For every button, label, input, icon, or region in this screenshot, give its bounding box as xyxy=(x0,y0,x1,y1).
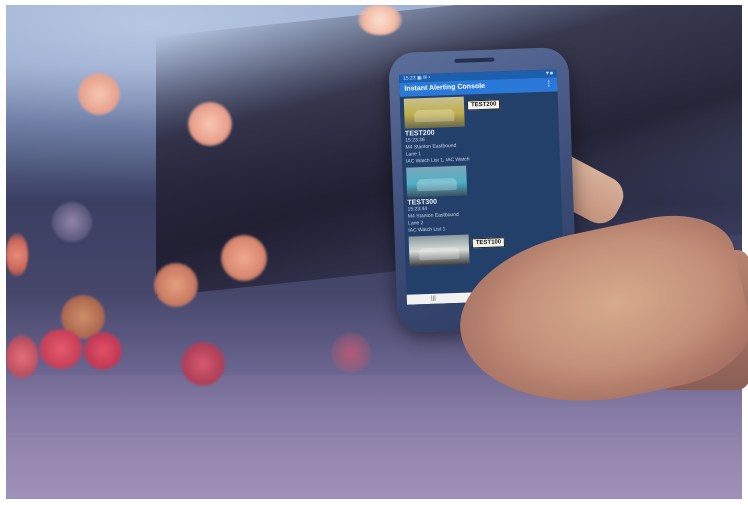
bokeh-light xyxy=(6,335,38,379)
app-title: Instant Alerting Console xyxy=(404,82,486,93)
recents-button[interactable]: ||| xyxy=(431,296,436,302)
phone-speaker xyxy=(454,57,495,63)
vehicle-image xyxy=(406,165,468,198)
bokeh-light xyxy=(221,235,267,281)
bokeh-light xyxy=(39,329,83,369)
alert-card[interactable]: TEST300 15:23:44 M4 Stanton Eastbound La… xyxy=(406,162,558,234)
notification-icons: ▣ ✉ • xyxy=(416,74,431,82)
vehicle-image xyxy=(408,234,470,267)
bokeh-light xyxy=(78,73,120,115)
bokeh-light xyxy=(188,102,232,146)
status-time: 15:23 xyxy=(402,75,416,82)
bokeh-light xyxy=(84,332,122,370)
plate-crop: TEST100 xyxy=(471,237,506,249)
bokeh-light xyxy=(181,342,225,386)
plate-crop: TEST200 xyxy=(466,99,501,111)
alert-card[interactable]: TEST200 TEST200 15:23:36 M4 Stanton East… xyxy=(403,93,556,165)
vehicle-image xyxy=(403,96,465,129)
vertical-dots-icon[interactable]: ⋮ xyxy=(545,78,552,92)
bokeh-light xyxy=(52,202,92,242)
bokeh-light xyxy=(331,333,371,373)
bokeh-light xyxy=(154,263,198,307)
bokeh-light xyxy=(358,5,402,35)
bokeh-light xyxy=(6,233,28,277)
